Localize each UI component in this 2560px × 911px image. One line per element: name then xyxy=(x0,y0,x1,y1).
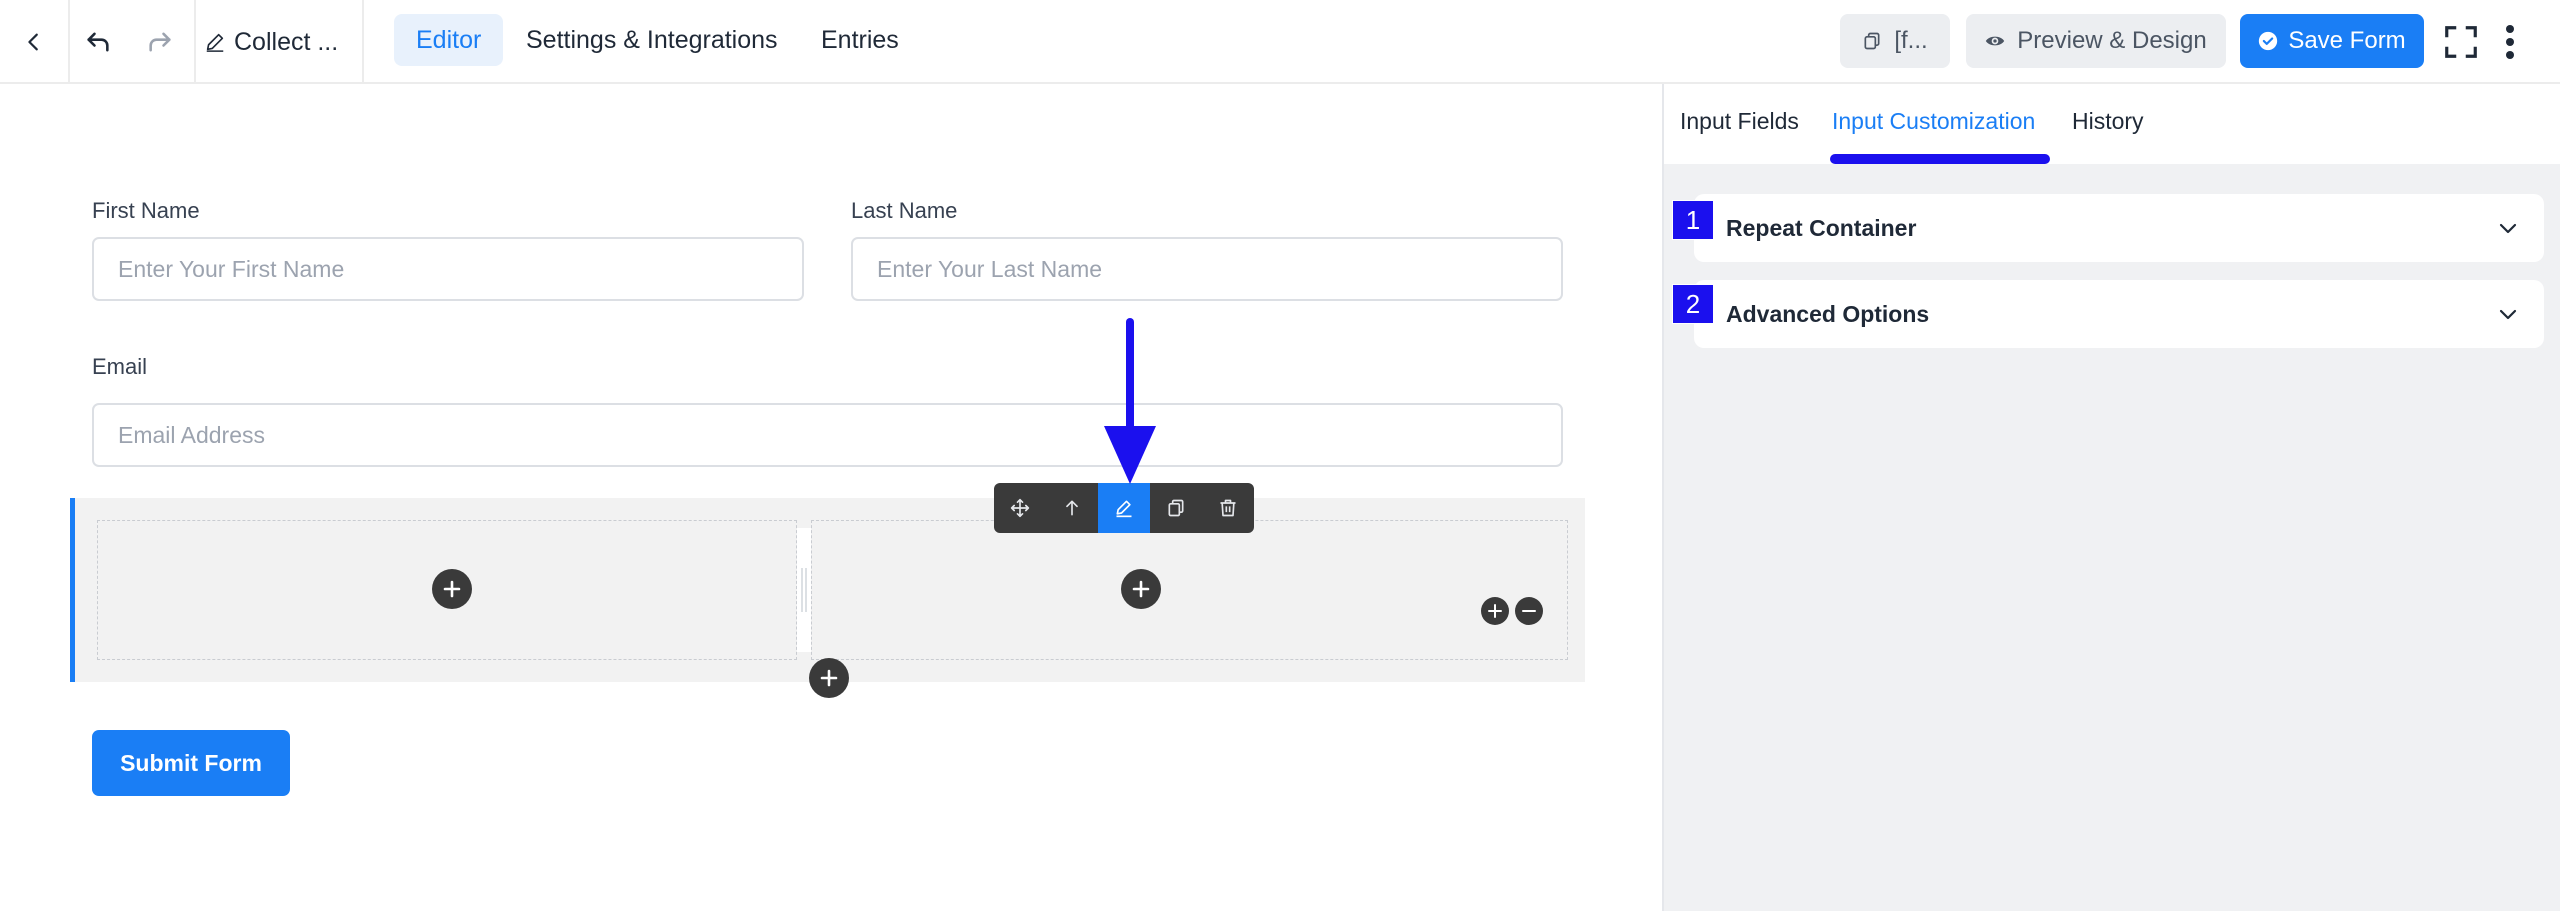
more-vertical-icon xyxy=(2506,25,2514,59)
tab-input-fields[interactable]: Input Fields xyxy=(1680,108,1799,135)
top-bar: Collect ... Editor Settings & Integratio… xyxy=(0,0,2560,84)
plus-icon xyxy=(820,669,838,687)
plus-icon xyxy=(1132,580,1150,598)
fullscreen-button[interactable] xyxy=(2438,0,2484,84)
shortcode-button[interactable]: [f... xyxy=(1840,14,1950,68)
redo-button[interactable] xyxy=(132,0,188,84)
undo-button[interactable] xyxy=(70,0,126,84)
tab-settings-integrations[interactable]: Settings & Integrations xyxy=(504,14,800,66)
form-title[interactable]: Collect ... xyxy=(204,0,360,84)
more-options-button[interactable] xyxy=(2496,0,2524,84)
add-field-column-1-button[interactable] xyxy=(432,569,472,609)
move-button[interactable] xyxy=(994,483,1046,533)
section-title: Advanced Options xyxy=(1726,300,1930,327)
delete-button[interactable] xyxy=(1202,483,1254,533)
last-name-input[interactable]: Enter Your Last Name xyxy=(851,237,1563,301)
pencil-icon xyxy=(206,33,224,52)
tab-entries[interactable]: Entries xyxy=(799,14,921,66)
chevron-down-icon xyxy=(2499,309,2517,320)
submit-form-button[interactable]: Submit Form xyxy=(92,730,290,796)
save-form-button[interactable]: Save Form xyxy=(2240,14,2424,68)
section-title: Repeat Container xyxy=(1726,214,1917,241)
add-field-below-button[interactable] xyxy=(809,658,849,698)
arrow-up-icon xyxy=(1066,500,1078,516)
email-label: Email xyxy=(92,354,148,379)
repeat-container[interactable] xyxy=(70,498,1585,682)
panel-tabs: Input Fields Input Customization History xyxy=(1664,84,2560,164)
divider xyxy=(362,0,364,84)
active-tab-indicator xyxy=(1830,154,2050,164)
tab-editor[interactable]: Editor xyxy=(394,14,504,66)
minus-icon xyxy=(1522,610,1536,612)
annotation-arrow-icon xyxy=(1104,318,1156,484)
remove-row-button[interactable] xyxy=(1515,597,1543,625)
divider xyxy=(194,0,196,84)
preview-design-text: Preview & Design xyxy=(2017,27,2207,54)
eye-icon xyxy=(1986,36,2005,46)
add-field-column-2-button[interactable] xyxy=(1121,569,1161,609)
last-name-label: Last Name xyxy=(851,198,958,223)
add-row-button[interactable] xyxy=(1481,597,1509,625)
repeat-container-section[interactable]: Repeat Container xyxy=(1694,194,2544,262)
step-badge-2: 2 xyxy=(1672,284,1714,324)
step-badge-1: 1 xyxy=(1672,200,1714,240)
check-circle-icon xyxy=(2259,31,2278,51)
duplicate-icon xyxy=(1168,499,1184,517)
drag-handle-icon xyxy=(801,568,807,612)
plus-icon xyxy=(443,580,461,598)
chevron-down-icon xyxy=(2499,223,2517,234)
trash-icon xyxy=(1220,499,1236,517)
tab-history[interactable]: History xyxy=(2072,108,2144,135)
plus-icon xyxy=(1488,604,1502,618)
chevron-left-icon xyxy=(28,33,38,51)
email-input[interactable]: Email Address xyxy=(92,403,1563,467)
back-button[interactable] xyxy=(0,0,68,84)
move-up-button[interactable] xyxy=(1046,483,1098,533)
shortcode-text: [f... xyxy=(1894,27,1928,54)
element-toolbar xyxy=(994,483,1254,533)
preview-design-button[interactable]: Preview & Design xyxy=(1966,14,2226,68)
fullscreen-icon xyxy=(2445,26,2477,58)
column-resize-handle[interactable] xyxy=(797,528,811,652)
copy-icon xyxy=(1864,32,1880,50)
undo-icon xyxy=(87,32,109,52)
container-column-2[interactable] xyxy=(811,520,1568,660)
settings-panel: Input Fields Input Customization History… xyxy=(1662,84,2560,911)
form-title-text: Collect ... xyxy=(234,27,339,56)
tab-input-customization[interactable]: Input Customization xyxy=(1832,108,2035,135)
duplicate-button[interactable] xyxy=(1150,483,1202,533)
first-name-label: First Name xyxy=(92,198,200,223)
edit-icon xyxy=(1116,500,1132,518)
edit-button[interactable] xyxy=(1098,483,1150,533)
first-name-input[interactable]: Enter Your First Name xyxy=(92,237,804,301)
advanced-options-section[interactable]: Advanced Options xyxy=(1694,280,2544,348)
save-form-text: Save Form xyxy=(2288,27,2406,54)
move-icon xyxy=(1010,498,1030,518)
redo-icon xyxy=(149,32,171,52)
